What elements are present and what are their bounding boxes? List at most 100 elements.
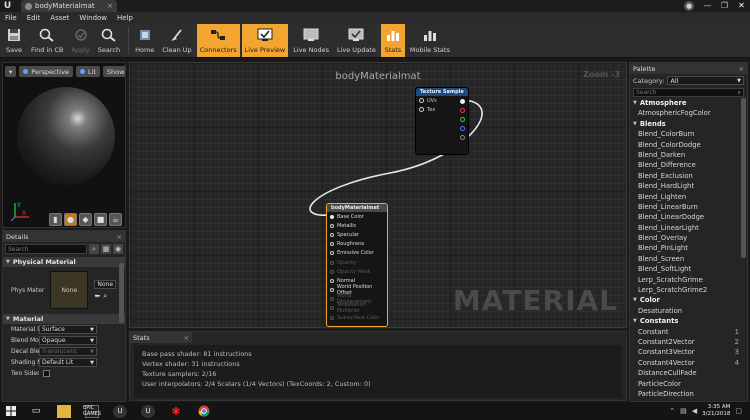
palette-item[interactable]: Lerp_ScratchGrime2 xyxy=(630,285,742,295)
palette-scrollbar[interactable] xyxy=(741,98,746,258)
menu-asset[interactable]: Asset xyxy=(45,14,74,22)
apply-button[interactable]: Apply xyxy=(68,24,92,57)
user-profile-icon[interactable]: ● xyxy=(684,1,694,11)
details-search-icon[interactable]: ⌕ xyxy=(89,244,99,254)
details-close-icon[interactable]: × xyxy=(117,233,122,241)
decal-blend-dropdown[interactable]: Translucent ▼ xyxy=(39,347,97,356)
tray-chevron-icon[interactable]: ⌃ xyxy=(669,407,675,415)
emissive-color-pin[interactable]: Emissive Color xyxy=(327,249,387,258)
palette-category-constants[interactable]: ▼ Constants xyxy=(630,316,742,326)
palette-item[interactable]: Blend_Lighten xyxy=(630,192,742,202)
palette-item[interactable]: Blend_Overlay xyxy=(630,233,742,243)
material-domain-dropdown[interactable]: Surface ▼ xyxy=(39,325,97,334)
cylinder-shape-icon[interactable]: ▮ xyxy=(49,213,62,226)
palette-item[interactable]: Blend_ColorBurn xyxy=(630,129,742,139)
menu-window[interactable]: Window xyxy=(74,14,112,22)
tab-close-icon[interactable]: × xyxy=(107,2,113,10)
chrome-taskbar-icon[interactable] xyxy=(190,402,218,420)
palette-item[interactable]: Constant2Vector 2 xyxy=(630,337,742,347)
base-color-pin[interactable]: Base Color xyxy=(327,212,387,221)
phys-material-thumbnail[interactable]: None xyxy=(50,271,89,309)
texture-sample-node[interactable]: Texture Sample UVs Tex xyxy=(415,87,469,155)
save-button[interactable]: Save xyxy=(2,24,26,57)
network-icon[interactable]: ▤ xyxy=(680,407,687,415)
red-app-taskbar-icon[interactable]: ✱ xyxy=(162,402,190,420)
alpha-output-pin[interactable] xyxy=(460,135,465,140)
stats-tab[interactable]: Stats × xyxy=(130,332,192,343)
palette-close-icon[interactable]: × xyxy=(739,65,744,73)
details-search-input[interactable]: Search xyxy=(5,244,87,254)
task-view-icon[interactable]: ▭ xyxy=(22,402,50,420)
browse-search-icon[interactable]: ⌕ xyxy=(103,292,107,301)
menu-file[interactable]: File xyxy=(0,14,22,22)
palette-item[interactable]: DistanceCullFade xyxy=(630,368,742,378)
blend-mode-dropdown[interactable]: Opaque ▼ xyxy=(39,336,97,345)
green-output-pin[interactable] xyxy=(460,117,465,122)
palette-item[interactable]: Desaturation xyxy=(630,306,742,316)
stats-button[interactable]: Stats xyxy=(380,24,405,57)
details-tab[interactable]: Details × xyxy=(3,231,125,242)
close-button[interactable]: ✕ xyxy=(733,0,750,12)
stats-close-icon[interactable]: × xyxy=(184,334,189,342)
material-graph-canvas[interactable]: bodyMaterialmat Zoom -3 MATERIAL Texture… xyxy=(129,62,627,328)
red-output-pin[interactable] xyxy=(460,108,465,113)
shading-model-dropdown[interactable]: Default Lit ▼ xyxy=(39,358,97,367)
menu-help[interactable]: Help xyxy=(112,14,138,22)
rgb-output-pin[interactable] xyxy=(460,99,465,104)
palette-item[interactable]: ParticleDirection xyxy=(630,389,742,399)
phys-material-dropdown[interactable]: None xyxy=(94,279,117,289)
palette-category-blends[interactable]: ▼ Blends xyxy=(630,119,742,129)
file-explorer-icon[interactable] xyxy=(50,402,78,420)
search-button[interactable]: Search xyxy=(95,24,123,57)
sphere-shape-icon[interactable]: ● xyxy=(64,213,77,226)
show-button[interactable]: Show xyxy=(102,66,125,77)
two-sided-checkbox[interactable] xyxy=(43,370,50,377)
unreal-logo-icon[interactable]: U xyxy=(2,1,13,12)
palette-item[interactable]: Blend_Screen xyxy=(630,254,742,264)
roughness-pin[interactable]: Roughness xyxy=(327,240,387,249)
menu-edit[interactable]: Edit xyxy=(22,14,46,22)
physical-material-section[interactable]: ▼ Physical Material xyxy=(3,257,125,267)
palette-search-input[interactable]: Search ⌕ xyxy=(633,88,744,97)
material-result-node[interactable]: bodyMaterialmat Base Color Metallic Spec… xyxy=(326,203,388,327)
palette-item[interactable]: Blend_HardLight xyxy=(630,181,742,191)
details-scrollbar[interactable] xyxy=(119,263,124,323)
palette-item[interactable]: Blend_PinLight xyxy=(630,243,742,253)
connectors-button[interactable]: Connectors xyxy=(196,24,240,57)
unreal-editor-taskbar-icon[interactable]: U xyxy=(134,402,162,420)
palette-item[interactable]: Blend_SoftLight xyxy=(630,264,742,274)
eye-icon[interactable]: ◉ xyxy=(113,244,123,254)
palette-item[interactable]: Blend_LinearDodge xyxy=(630,212,742,222)
system-clock[interactable]: 3:35 AM 3/21/2018 xyxy=(702,404,730,418)
palette-item[interactable]: Blend_Darken xyxy=(630,150,742,160)
palette-item[interactable]: Blend_LinearBurn xyxy=(630,202,742,212)
home-button[interactable]: Home xyxy=(132,24,157,57)
metallic-pin[interactable]: Metallic xyxy=(327,221,387,230)
palette-item[interactable]: Blend_LinearLight xyxy=(630,223,742,233)
palette-item[interactable]: Constant4Vector 4 xyxy=(630,358,742,368)
volume-icon[interactable]: ◀ xyxy=(692,407,697,415)
plane-shape-icon[interactable]: ◆ xyxy=(79,213,92,226)
material-section[interactable]: ▼ Material xyxy=(3,314,125,324)
lit-button[interactable]: Lit xyxy=(75,66,100,77)
palette-item[interactable]: Blend_Difference xyxy=(630,160,742,170)
unreal-engine-taskbar-icon[interactable]: U xyxy=(106,402,134,420)
palette-category-color[interactable]: ▼ Color xyxy=(630,295,742,305)
live-preview-button[interactable]: Live Preview xyxy=(241,24,289,57)
palette-item[interactable]: Constant 1 xyxy=(630,327,742,337)
palette-item[interactable]: Lerp_ScratchGrime xyxy=(630,275,742,285)
document-tab[interactable]: bodyMaterialmat × xyxy=(21,0,117,12)
palette-item[interactable]: Constant3Vector 3 xyxy=(630,347,742,357)
live-nodes-button[interactable]: Live Nodes xyxy=(290,24,332,57)
notifications-icon[interactable]: ▢ xyxy=(735,407,742,415)
mobile-stats-button[interactable]: Mobile Stats xyxy=(407,24,453,57)
use-selected-arrow-icon[interactable]: ⬅ xyxy=(94,292,100,301)
perspective-button[interactable]: Perspective xyxy=(19,66,73,77)
specular-pin[interactable]: Specular xyxy=(327,230,387,239)
epic-games-launcher-icon[interactable]: EPIC GAMES xyxy=(78,402,106,420)
palette-item[interactable]: Blend_Exclusion xyxy=(630,171,742,181)
find-in-cb-button[interactable]: Find in CB xyxy=(28,24,66,57)
viewport-options-button[interactable]: ▾ xyxy=(5,66,17,77)
cube-shape-icon[interactable]: ■ xyxy=(94,213,107,226)
preview-viewport[interactable]: ▾ Perspective Lit Show X Y ▮ ● ◆ ■ ☕ xyxy=(2,62,126,228)
